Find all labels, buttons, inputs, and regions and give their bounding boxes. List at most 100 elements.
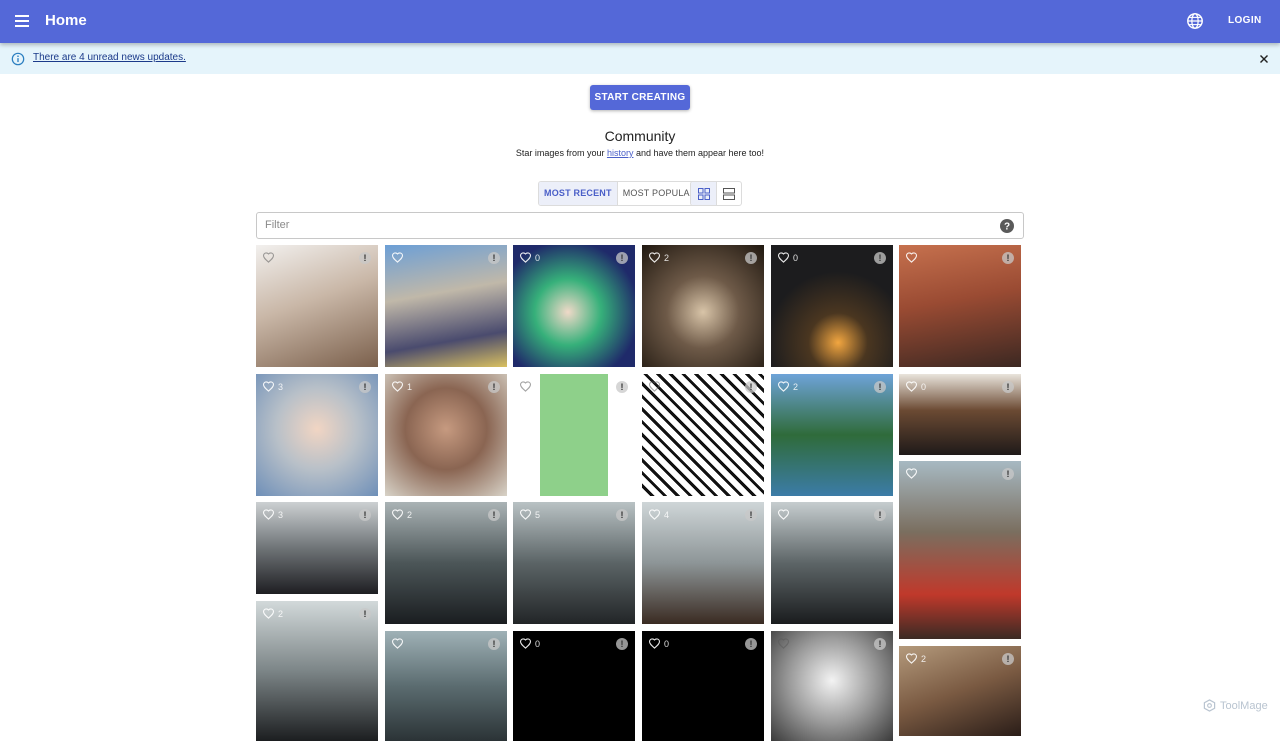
report-icon[interactable]: ! — [745, 252, 757, 264]
heart-icon — [519, 638, 532, 649]
like-button[interactable]: 3 — [262, 508, 283, 521]
image-tile[interactable]: 2! — [642, 245, 764, 367]
heart-icon — [391, 252, 404, 263]
heart-icon — [648, 381, 661, 392]
report-icon[interactable]: ! — [745, 381, 757, 393]
list-view-button[interactable] — [716, 182, 741, 205]
report-icon[interactable]: ! — [616, 252, 628, 264]
like-button[interactable]: 1 — [391, 380, 412, 393]
grid-view-icon — [697, 187, 710, 200]
globe-icon[interactable] — [1186, 12, 1204, 30]
report-icon[interactable]: ! — [359, 252, 371, 264]
like-button[interactable]: 2 — [905, 652, 926, 665]
image-tile[interactable]: ! — [899, 245, 1021, 367]
report-icon[interactable]: ! — [488, 381, 500, 393]
image-tile[interactable]: ! — [385, 245, 507, 367]
image-tile[interactable]: ! — [513, 374, 635, 496]
like-button[interactable] — [648, 380, 664, 393]
report-icon[interactable]: ! — [745, 509, 757, 521]
history-link[interactable]: history — [607, 148, 634, 158]
report-icon[interactable]: ! — [359, 608, 371, 620]
like-button[interactable] — [905, 467, 921, 480]
image-tile[interactable]: ! — [771, 631, 893, 741]
like-count: 2 — [407, 509, 413, 520]
report-icon[interactable]: ! — [488, 252, 500, 264]
like-count: 0 — [664, 638, 670, 649]
news-updates-link[interactable]: There are 4 unread news updates. — [33, 52, 186, 63]
image-tile[interactable]: 1! — [385, 374, 507, 496]
report-icon[interactable]: ! — [616, 638, 628, 650]
svg-text:?: ? — [1004, 222, 1010, 233]
image-tile[interactable]: ! — [899, 461, 1021, 639]
menu-icon[interactable] — [12, 11, 32, 31]
like-button[interactable]: 0 — [519, 251, 540, 264]
community-subtitle-after: and have them appear here too! — [633, 148, 765, 158]
like-button[interactable] — [262, 251, 278, 264]
report-icon[interactable]: ! — [616, 509, 628, 521]
start-creating-button[interactable]: START CREATING — [590, 85, 690, 110]
like-button[interactable] — [519, 380, 535, 393]
like-button[interactable]: 0 — [519, 637, 540, 650]
image-tile[interactable]: 0! — [513, 245, 635, 367]
news-alert: There are 4 unread news updates. — [0, 43, 1280, 74]
most-recent-button[interactable]: MOST RECENT — [539, 182, 617, 205]
heart-icon — [648, 252, 661, 263]
login-button[interactable]: LOGIN — [1216, 10, 1274, 32]
heart-icon — [777, 252, 790, 263]
report-icon[interactable]: ! — [874, 381, 886, 393]
like-button[interactable]: 0 — [648, 637, 669, 650]
image-tile[interactable]: 2! — [899, 646, 1021, 736]
report-icon[interactable]: ! — [488, 638, 500, 650]
heart-icon — [905, 252, 918, 263]
report-icon[interactable]: ! — [359, 509, 371, 521]
image-tile[interactable]: ! — [256, 245, 378, 367]
like-button[interactable]: 2 — [648, 251, 669, 264]
report-icon[interactable]: ! — [616, 381, 628, 393]
filter-input[interactable] — [265, 219, 985, 231]
like-button[interactable]: 0 — [777, 251, 798, 264]
report-icon[interactable]: ! — [359, 381, 371, 393]
like-button[interactable]: 2 — [391, 508, 412, 521]
like-button[interactable] — [391, 251, 407, 264]
heart-icon — [777, 381, 790, 392]
like-button[interactable] — [777, 508, 793, 521]
image-tile[interactable]: 0! — [642, 631, 764, 741]
image-tile[interactable]: 0! — [899, 374, 1021, 455]
help-icon[interactable]: ? — [999, 218, 1015, 234]
heart-icon — [262, 381, 275, 392]
image-tile[interactable]: 3! — [256, 374, 378, 496]
like-button[interactable]: 2 — [262, 607, 283, 620]
like-button[interactable]: 2 — [777, 380, 798, 393]
like-button[interactable] — [905, 251, 921, 264]
like-button[interactable]: 3 — [262, 380, 283, 393]
grid-view-button[interactable] — [691, 182, 716, 205]
image-tile[interactable]: 0! — [513, 631, 635, 741]
report-icon[interactable]: ! — [874, 252, 886, 264]
report-icon[interactable]: ! — [1002, 468, 1014, 480]
like-count: 4 — [664, 509, 670, 520]
report-icon[interactable]: ! — [1002, 381, 1014, 393]
most-popular-button[interactable]: MOST POPULAR — [616, 182, 702, 205]
close-icon[interactable] — [1257, 52, 1271, 66]
image-tile[interactable]: 4! — [642, 502, 764, 624]
image-tile[interactable]: 5! — [513, 502, 635, 624]
report-icon[interactable]: ! — [1002, 653, 1014, 665]
report-icon[interactable]: ! — [874, 509, 886, 521]
report-icon[interactable]: ! — [488, 509, 500, 521]
image-tile[interactable]: 2! — [385, 502, 507, 624]
image-tile[interactable]: ! — [771, 502, 893, 624]
report-icon[interactable]: ! — [1002, 252, 1014, 264]
image-tile[interactable]: ! — [642, 374, 764, 496]
report-icon[interactable]: ! — [745, 638, 757, 650]
like-button[interactable] — [777, 637, 793, 650]
image-tile[interactable]: 0! — [771, 245, 893, 367]
like-button[interactable]: 4 — [648, 508, 669, 521]
report-icon[interactable]: ! — [874, 638, 886, 650]
image-tile[interactable]: 2! — [256, 601, 378, 741]
image-tile[interactable]: 3! — [256, 502, 378, 594]
like-button[interactable]: 0 — [905, 380, 926, 393]
image-tile[interactable]: 2! — [771, 374, 893, 496]
image-tile[interactable]: ! — [385, 631, 507, 741]
like-button[interactable] — [391, 637, 407, 650]
like-button[interactable]: 5 — [519, 508, 540, 521]
